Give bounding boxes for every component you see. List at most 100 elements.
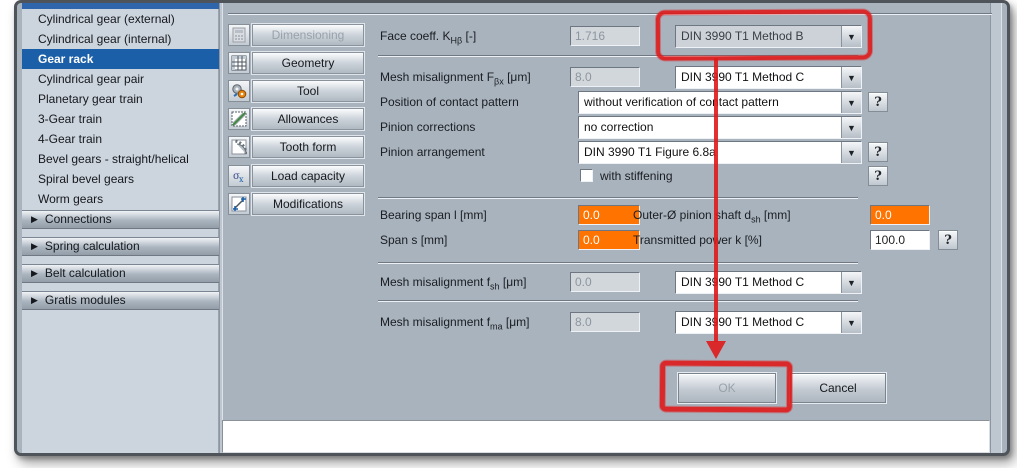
allowances-button-icon-tile[interactable] (228, 108, 250, 130)
dimensioning-button-icon-tile[interactable] (228, 24, 250, 46)
sidebar-item-planetary-gear-train[interactable]: Planetary gear train (22, 89, 219, 109)
sidebar-item-cylindrical-gear-external[interactable]: Cylindrical gear (external) (22, 9, 219, 29)
section-label: Belt calculation (45, 266, 126, 280)
face-coeff-input[interactable] (570, 26, 640, 46)
load-capacity-button[interactable]: Load capacity (252, 165, 364, 187)
sidebar-item-cylindrical-gear-internal[interactable]: Cylindrical gear (internal) (22, 29, 219, 49)
sidebar-item-bevel-gears[interactable]: Bevel gears - straight/helical (22, 149, 219, 169)
section-label: Gratis modules (45, 293, 126, 307)
mesh-misalignment-fma-input[interactable] (570, 312, 640, 332)
chevron-right-icon: ▶ (31, 292, 38, 309)
annotation-highlight-ok (660, 361, 792, 413)
pinion-arrangement-dropdown[interactable]: DIN 3990 T1 Figure 6.8a ▼ (578, 141, 862, 164)
screenshot-stage: Cylindrical gear (external) Cylindrical … (0, 0, 1017, 468)
pinion-corrections-label: Pinion corrections (380, 117, 475, 137)
tool-button[interactable]: Tool (252, 80, 364, 102)
message-output-box (222, 420, 990, 453)
chevron-down-icon[interactable]: ▼ (841, 312, 861, 333)
bearing-span-label: Bearing span l [mm] (380, 205, 487, 225)
modifications-button[interactable]: Modifications (252, 193, 364, 215)
pinion-corrections-dropdown[interactable]: no correction ▼ (578, 116, 862, 139)
chevron-down-icon[interactable]: ▼ (841, 142, 861, 163)
calculator-icon (231, 27, 247, 43)
sidebar-section-gratis-modules[interactable]: ▶ Gratis modules (22, 291, 219, 310)
gear-tooth-icon (231, 139, 247, 155)
transmitted-power-help-button[interactable]: ? (938, 230, 958, 250)
sidebar-item-spiral-bevel-gears[interactable]: Spiral bevel gears (22, 169, 219, 189)
outer-diameter-pinion-shaft-input[interactable] (870, 205, 930, 225)
outer-diameter-pinion-shaft-label: Outer-Ø pinion shaft dsh [mm] (633, 205, 791, 225)
mesh-misalignment-fbx-input[interactable] (570, 67, 640, 87)
separator (378, 197, 858, 199)
geometry-button-icon-tile[interactable] (228, 52, 250, 74)
tolerance-ruler-icon (231, 111, 247, 127)
contact-pattern-help-button[interactable]: ? (868, 92, 888, 112)
span-s-input[interactable] (578, 230, 640, 250)
contact-pattern-dropdown[interactable]: without verification of contact pattern … (578, 91, 862, 114)
separator (378, 262, 858, 264)
mesh-misalignment-fsh-label: Mesh misalignment fsh [μm] (380, 272, 526, 292)
sidebar-item-worm-gears[interactable]: Worm gears (22, 189, 219, 209)
right-panel-strip (990, 3, 1002, 453)
transmitted-power-input[interactable] (870, 230, 930, 250)
chevron-right-icon: ▶ (31, 265, 38, 282)
section-label: Connections (45, 212, 112, 226)
top-separator (228, 13, 992, 15)
sidebar-splitter[interactable] (219, 3, 223, 453)
chevron-down-icon[interactable]: ▼ (841, 272, 861, 293)
load-capacity-button-icon-tile[interactable]: σx (228, 165, 250, 187)
with-stiffening-label: with stiffening (600, 166, 673, 186)
gears-icon (231, 83, 247, 99)
with-stiffening-checkbox[interactable] (580, 169, 593, 182)
allowances-button[interactable]: Allowances (252, 108, 364, 130)
dropdown-value: DIN 3990 T1 Method C (676, 272, 841, 293)
span-s-label: Span s [mm] (380, 230, 447, 250)
sidebar-item-3-gear-train[interactable]: 3-Gear train (22, 109, 219, 129)
mesh-misalignment-fsh-method-dropdown[interactable]: DIN 3990 T1 Method C ▼ (675, 271, 862, 294)
chevron-down-icon[interactable]: ▼ (841, 117, 861, 138)
transmitted-power-label: Transmitted power k [%] (633, 230, 762, 250)
mesh-misalignment-fbx-method-dropdown[interactable]: DIN 3990 T1 Method C ▼ (675, 66, 862, 89)
dimensioning-button[interactable]: Dimensioning (252, 24, 364, 46)
annotation-arrow-head (706, 341, 726, 359)
mesh-misalignment-fsh-input[interactable] (570, 272, 640, 292)
separator (378, 300, 858, 302)
grid-table-icon (231, 55, 247, 71)
bearing-span-input[interactable] (578, 205, 640, 225)
modifications-button-icon-tile[interactable] (228, 193, 250, 215)
modification-arrows-icon (231, 196, 247, 212)
pinion-arrangement-label: Pinion arrangement (380, 142, 485, 162)
annotation-arrow-line (714, 58, 718, 342)
dropdown-value: DIN 3990 T1 Figure 6.8a (579, 142, 841, 163)
chevron-right-icon: ▶ (31, 211, 38, 228)
pinion-arrangement-help-button[interactable]: ? (868, 142, 888, 162)
sidebar-section-belt-calculation[interactable]: ▶ Belt calculation (22, 264, 219, 283)
sidebar-item-cylindrical-gear-pair[interactable]: Cylindrical gear pair (22, 69, 219, 89)
geometry-button[interactable]: Geometry (252, 52, 364, 74)
dropdown-value: DIN 3990 T1 Method C (676, 312, 841, 333)
svg-text:x: x (239, 175, 244, 184)
stiffening-help-button[interactable]: ? (868, 166, 888, 186)
mesh-misalignment-fma-label: Mesh misalignment fma [μm] (380, 312, 529, 332)
chevron-down-icon[interactable]: ▼ (841, 92, 861, 113)
dropdown-value: DIN 3990 T1 Method C (676, 67, 841, 88)
sidebar-section-spring-calculation[interactable]: ▶ Spring calculation (22, 237, 219, 256)
sidebar-item-gear-rack[interactable]: Gear rack (22, 49, 219, 69)
mesh-misalignment-fma-method-dropdown[interactable]: DIN 3990 T1 Method C ▼ (675, 311, 862, 334)
dropdown-value: without verification of contact pattern (579, 92, 841, 113)
face-coeff-label: Face coeff. KHβ [-] (380, 26, 476, 46)
annotation-highlight-dropdown (656, 9, 872, 60)
chevron-right-icon: ▶ (31, 238, 38, 255)
tooth-form-button[interactable]: Tooth form (252, 136, 364, 158)
chevron-down-icon[interactable]: ▼ (841, 67, 861, 88)
sidebar-item-4-gear-train[interactable]: 4-Gear train (22, 129, 219, 149)
tooth-form-button-icon-tile[interactable] (228, 136, 250, 158)
sidebar-section-connections[interactable]: ▶ Connections (22, 210, 219, 229)
tool-button-icon-tile[interactable] (228, 80, 250, 102)
sigma-x-icon: σx (231, 168, 247, 184)
section-label: Spring calculation (45, 239, 140, 253)
dropdown-value: no correction (579, 117, 841, 138)
cancel-button[interactable]: Cancel (790, 373, 886, 403)
contact-pattern-label: Position of contact pattern (380, 92, 519, 112)
mesh-misalignment-fbx-label: Mesh misalignment Fβx [μm] (380, 67, 531, 87)
